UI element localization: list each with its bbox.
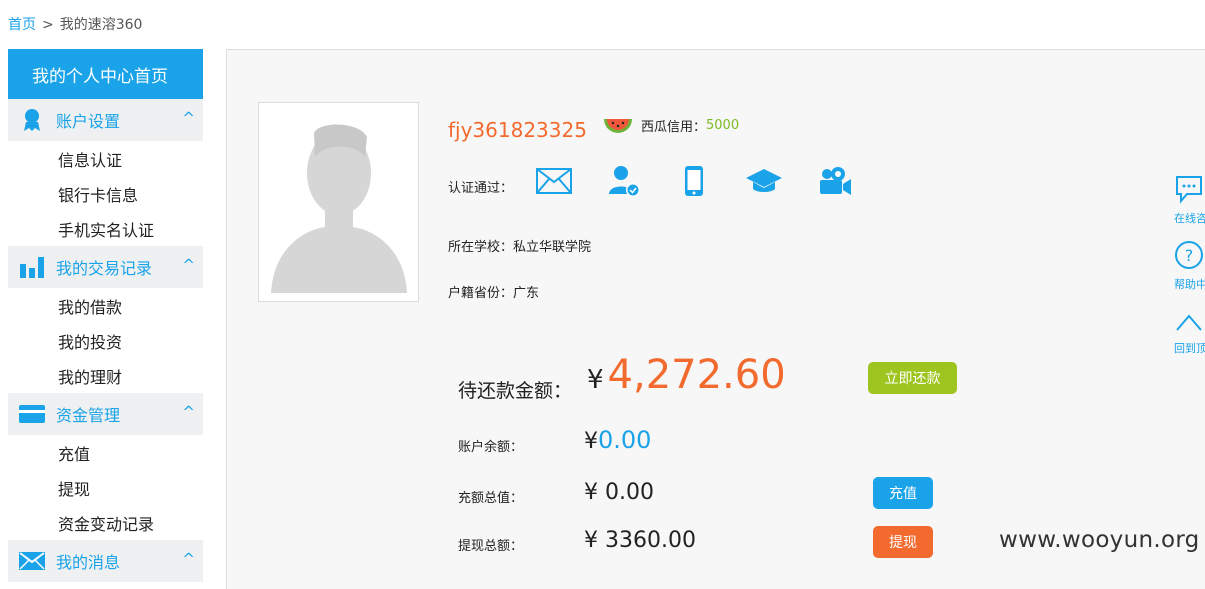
repay-now-button[interactable]: 立即还款: [868, 362, 957, 394]
province-info: 户籍省份：广东: [448, 286, 540, 301]
recharge-total-label: 充额总值：: [458, 491, 524, 506]
credit-label: 西瓜信用：: [641, 120, 707, 135]
help-center-label: 帮助中: [1174, 278, 1205, 291]
balance-value: ¥0.00: [584, 426, 651, 454]
watermark: www.wooyun.org: [999, 527, 1200, 553]
sidebar-home-link[interactable]: 我的个人中心首页: [8, 49, 203, 99]
collapse-caret-icon[interactable]: ^: [182, 109, 195, 127]
balance-number: 0.00: [598, 426, 652, 454]
online-consult-tool[interactable]: 在线咨: [1174, 174, 1205, 226]
sidebar-group-account-settings[interactable]: 账户设置 ^: [8, 99, 203, 141]
breadcrumb-separator: >: [42, 17, 54, 33]
sidebar-item-phone-verify[interactable]: 手机实名认证: [8, 211, 203, 246]
card-icon: [18, 402, 46, 426]
sidebar-group-title: 账户设置: [56, 112, 121, 131]
back-to-top-icon: [1176, 314, 1202, 331]
withdraw-button[interactable]: 提现: [873, 526, 933, 558]
education-verified-icon[interactable]: [744, 164, 784, 198]
due-amount-value: 4,272.60: [607, 352, 786, 398]
chat-icon: [1176, 176, 1202, 204]
collapse-caret-icon[interactable]: ^: [182, 550, 195, 568]
sidebar-group-messages[interactable]: 我的消息 ^: [8, 540, 203, 582]
withdraw-total-value: ¥ 3360.00: [584, 528, 696, 553]
sidebar-item-my-loans[interactable]: 我的借款: [8, 288, 203, 323]
phone-verified-icon[interactable]: [674, 164, 714, 198]
recharge-total-value: ¥ 0.00: [584, 480, 654, 505]
user-badge-icon: [18, 108, 46, 132]
sidebar-group-funds[interactable]: 资金管理 ^: [8, 393, 203, 435]
sidebar-item-my-investments[interactable]: 我的投资: [8, 323, 203, 358]
sidebar-group-trade-records[interactable]: 我的交易记录 ^: [8, 246, 203, 288]
sidebar-group-title: 我的消息: [56, 553, 121, 572]
balance-currency: ¥: [584, 429, 598, 454]
sidebar: 我的个人中心首页 账户设置 ^ 信息认证 银行卡信息 手机实名认证 我的交易记录…: [8, 49, 203, 582]
school-info: 所在学校：私立华联学院: [448, 240, 592, 255]
due-amount: ¥4,272.60: [587, 352, 786, 398]
watermelon-icon: [603, 117, 633, 135]
recharge-button[interactable]: 充值: [873, 477, 933, 509]
sidebar-item-fund-records[interactable]: 资金变动记录: [8, 505, 203, 540]
bar-chart-icon: [18, 255, 46, 279]
video-verified-icon[interactable]: [814, 164, 854, 198]
credit-score: 西瓜信用： 5000: [603, 116, 739, 135]
credit-value: 5000: [706, 118, 740, 133]
collapse-caret-icon[interactable]: ^: [182, 256, 195, 274]
help-center-tool[interactable]: ? 帮助中: [1174, 240, 1205, 292]
back-to-top-label: 回到顶: [1174, 342, 1205, 355]
username: fjy361823325: [448, 118, 587, 142]
balance-label: 账户余额：: [458, 440, 524, 455]
mail-icon: [18, 549, 46, 573]
verify-label: 认证通过：: [448, 181, 514, 196]
sidebar-group-title: 我的交易记录: [56, 259, 153, 278]
online-consult-label: 在线咨: [1174, 212, 1205, 225]
sidebar-item-my-wealth[interactable]: 我的理财: [8, 358, 203, 393]
due-currency: ¥: [587, 365, 604, 395]
identity-verified-icon[interactable]: [604, 164, 644, 198]
email-verified-icon[interactable]: [534, 164, 574, 198]
withdraw-total-label: 提现总额：: [458, 539, 524, 554]
collapse-caret-icon[interactable]: ^: [182, 403, 195, 421]
main-panel: fjy361823325 西瓜信用： 5000 认证通过： 所在学校：私立华联学…: [226, 49, 1205, 589]
breadcrumb: 首页 > 我的速溶360: [8, 14, 142, 34]
sidebar-item-info-verify[interactable]: 信息认证: [8, 141, 203, 176]
sidebar-item-recharge[interactable]: 充值: [8, 435, 203, 470]
due-amount-label: 待还款金额：: [458, 380, 573, 402]
breadcrumb-current: 我的速溶360: [59, 17, 143, 33]
avatar[interactable]: [258, 102, 419, 302]
back-to-top-tool[interactable]: 回到顶: [1174, 310, 1205, 356]
svg-text:?: ?: [1185, 246, 1194, 265]
sidebar-item-withdraw[interactable]: 提现: [8, 470, 203, 505]
help-icon: ?: [1175, 241, 1203, 269]
breadcrumb-home-link[interactable]: 首页: [8, 17, 36, 33]
sidebar-group-title: 资金管理: [56, 406, 121, 425]
sidebar-item-bank-card[interactable]: 银行卡信息: [8, 176, 203, 211]
